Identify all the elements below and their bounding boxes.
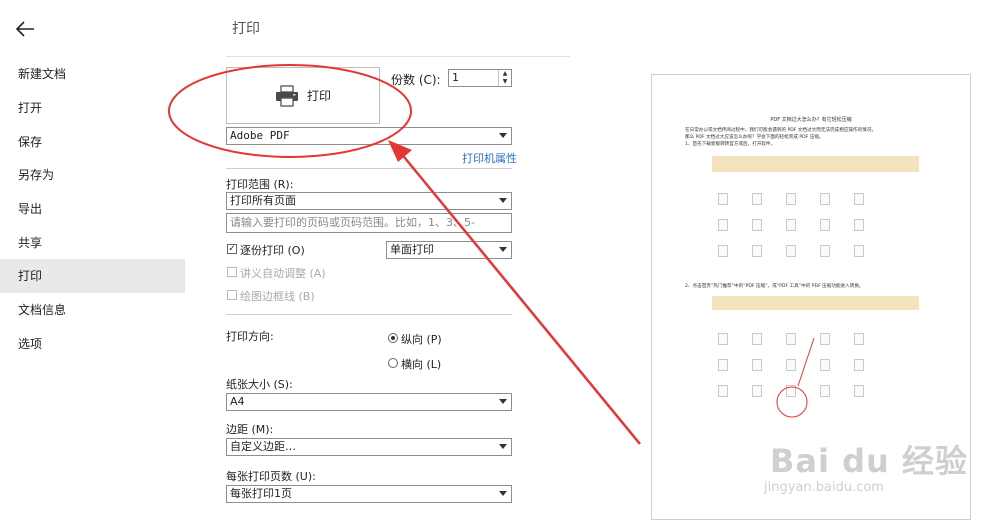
- chevron-down-icon: [499, 399, 507, 404]
- baidu-watermark: Bai du 经验: [770, 442, 968, 480]
- preview-doc-icon: [752, 359, 762, 371]
- spin-down-icon[interactable]: ▼: [499, 78, 511, 86]
- preview-doc-icon: [820, 333, 830, 345]
- preview-doc-icon: [786, 193, 796, 205]
- preview-doc-icon: [820, 245, 830, 257]
- preview-doc-icon: [718, 385, 728, 397]
- orientation-label: 打印方向:: [226, 330, 274, 343]
- pages-per-sheet-label: 每张打印页数 (U):: [226, 470, 316, 483]
- preview-doc-icon: [752, 333, 762, 345]
- preview-doc-icon: [718, 245, 728, 257]
- copies-stepper[interactable]: 1 ▲ ▼: [448, 69, 512, 87]
- spin-up-icon[interactable]: ▲: [499, 70, 511, 78]
- print-button-label: 打印: [306, 89, 331, 103]
- sidebar-item-export[interactable]: 导出: [0, 192, 185, 226]
- printer-select-value: Adobe PDF: [230, 129, 290, 142]
- sidebar-item-save[interactable]: 保存: [0, 125, 185, 159]
- preview-doc-icon: [786, 385, 796, 397]
- sidebar-item-print[interactable]: 打印: [0, 259, 185, 293]
- preview-toolbar-strip: [712, 156, 919, 172]
- page-title: 打印: [232, 21, 260, 37]
- preview-doc-icon: [854, 359, 864, 371]
- preview-doc-icon: [786, 219, 796, 231]
- chevron-down-icon: [499, 133, 507, 138]
- landscape-radio[interactable]: [388, 358, 398, 368]
- preview-doc-icon: [854, 219, 864, 231]
- preview-doc-icon: [820, 359, 830, 371]
- pages-per-sheet-select[interactable]: 每张打印1页: [226, 485, 512, 503]
- portrait-label: 纵向 (P): [401, 333, 442, 346]
- sidebar-item-share[interactable]: 共享: [0, 226, 185, 260]
- section-divider: [226, 168, 512, 169]
- preview-doc-icon: [786, 359, 796, 371]
- printer-icon: [275, 84, 298, 107]
- collate-label: 逐份打印 (O): [240, 244, 305, 257]
- section-divider: [226, 314, 512, 315]
- pages-per-sheet-value: 每张打印1页: [230, 487, 292, 500]
- draw-border-label: 绘图边框线 (B): [240, 290, 315, 303]
- preview-doc-icon: [752, 385, 762, 397]
- preview-doc-line: 那么 PDF 文档过大应该怎么办呢？学会下面的轻松完成 PDF 压缩。: [685, 135, 824, 140]
- preview-doc-line: 在日常办公或文档传阅过程中，我们可能会遇到的 PDF 文档过大而无法完成相应操作…: [685, 128, 877, 133]
- preview-doc-icon: [718, 193, 728, 205]
- print-button[interactable]: 打印: [226, 67, 380, 124]
- margin-label: 边距 (M):: [226, 423, 274, 436]
- preview-doc-icon: [854, 245, 864, 257]
- preview-doc-icon: [718, 359, 728, 371]
- copies-value: 1: [452, 71, 459, 84]
- sidebar-item-doc-info[interactable]: 文档信息: [0, 293, 185, 327]
- landscape-label: 横向 (L): [401, 358, 442, 371]
- chevron-down-icon: [499, 198, 507, 203]
- chevron-down-icon: [499, 491, 507, 496]
- preview-doc-icon: [854, 385, 864, 397]
- paper-size-label: 纸张大小 (S):: [226, 378, 293, 391]
- preview-doc-icon: [752, 193, 762, 205]
- preview-doc-icon: [786, 245, 796, 257]
- sidebar-item-new[interactable]: 新建文档: [0, 57, 185, 91]
- preview-doc-icon: [820, 219, 830, 231]
- baidu-watermark-url: jingyan.baidu.com: [764, 480, 884, 495]
- preview-doc-icon: [854, 333, 864, 345]
- printer-properties-link[interactable]: 打印机属性: [462, 150, 517, 166]
- chevron-down-icon: [499, 444, 507, 449]
- print-range-select[interactable]: 打印所有页面: [226, 192, 512, 210]
- paper-size-value: A4: [230, 395, 245, 408]
- preview-doc-icon: [820, 193, 830, 205]
- sides-value: 单面打印: [390, 243, 434, 256]
- sidebar-item-open[interactable]: 打开: [0, 91, 185, 125]
- print-range-label: 打印范围 (R):: [226, 178, 294, 191]
- draw-border-checkbox: [227, 290, 237, 300]
- preview-doc-icon: [752, 219, 762, 231]
- margin-value: 自定义边距…: [230, 440, 296, 453]
- copies-label: 份数 (C):: [391, 73, 441, 87]
- preview-doc-icon: [854, 193, 864, 205]
- back-arrow-icon[interactable]: [14, 18, 36, 40]
- preview-doc-icon: [718, 333, 728, 345]
- preview-doc-icon: [820, 385, 830, 397]
- preview-doc-icon: [752, 245, 762, 257]
- print-range-value: 打印所有页面: [230, 194, 296, 207]
- portrait-radio[interactable]: [388, 333, 398, 343]
- copies-spin[interactable]: ▲ ▼: [498, 70, 511, 86]
- preview-doc-line: 1、首先下载新版转转官方或后，打开软件。: [685, 142, 776, 147]
- auto-adjust-label: 讲义自动调整 (A): [240, 267, 326, 280]
- preview-doc-title: PDF 文档过大怎么办？有它轻松压缩: [770, 117, 852, 123]
- chevron-down-icon: [499, 247, 507, 252]
- preview-toolbar-strip: [712, 296, 919, 310]
- preview-doc-line: 2、点击首页“热门推荐”中的“PDF 压缩”，或“PDF 工具”中的 PDF 压…: [685, 284, 864, 289]
- collate-checkbox[interactable]: ✓: [227, 244, 237, 254]
- sidebar: 新建文档 打开 保存 另存为 导出 共享 打印 文档信息 选项: [0, 0, 185, 525]
- auto-adjust-checkbox: [227, 267, 237, 277]
- printer-select[interactable]: Adobe PDF: [226, 127, 512, 145]
- sides-select[interactable]: 单面打印: [386, 241, 512, 259]
- preview-doc-icon: [718, 219, 728, 231]
- title-divider: [226, 56, 570, 57]
- paper-size-select[interactable]: A4: [226, 393, 512, 411]
- page-range-input[interactable]: 请输入要打印的页码或页码范围。比如，1、3、5-: [226, 213, 512, 233]
- preview-doc-icon: [786, 333, 796, 345]
- sidebar-item-save-as[interactable]: 另存为: [0, 158, 185, 192]
- sidebar-item-options[interactable]: 选项: [0, 327, 185, 361]
- margin-select[interactable]: 自定义边距…: [226, 438, 512, 456]
